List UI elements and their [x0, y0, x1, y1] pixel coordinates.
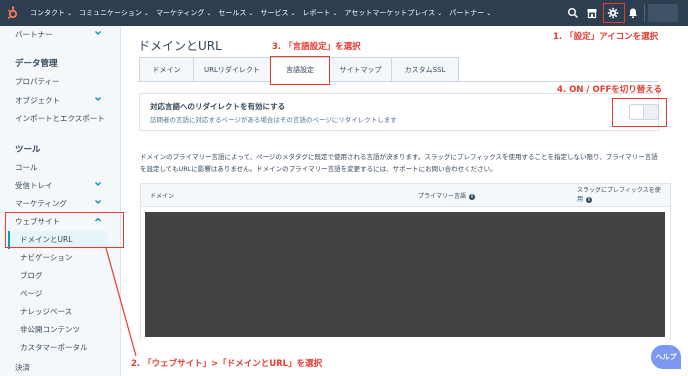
sidebar-heading-data-management: データ管理 [15, 59, 58, 69]
column-header-primary-language-label: プライマリー言語 [418, 193, 467, 200]
nav-sales[interactable]: セールス ⌄ [218, 8, 253, 18]
nav-asset-marketplace[interactable]: アセットマーケットプレイス ⌄ [345, 8, 443, 18]
redirect-setting-title: 対応言語へのリダイレクトを有効にする [150, 102, 286, 111]
sidebar-item-properties[interactable]: プロパティー [15, 76, 60, 87]
info-icon[interactable]: i [469, 194, 476, 200]
sidebar-item-private-content[interactable]: 非公開コンテンツ [20, 324, 80, 335]
sidebar-item-payments[interactable]: 決済 [15, 362, 30, 373]
redirect-setting-card [139, 93, 659, 131]
chevron-down-icon: ⌄ [248, 9, 254, 17]
redacted-table-content [145, 212, 665, 337]
annotation-highlight-website [5, 212, 124, 248]
bell-icon[interactable] [627, 7, 639, 19]
sidebar-item-import-export[interactable]: インポートとエクスポート [15, 113, 105, 124]
chevron-down-icon[interactable] [94, 198, 102, 206]
annotation-step-1: 1. 「設定」アイコンを選択 [553, 32, 659, 42]
sidebar-item-marketing[interactable]: マーケティング [15, 198, 67, 209]
tab-sitemap-label: サイトマップ [339, 65, 382, 74]
sidebar-item-call[interactable]: コール [15, 162, 38, 173]
sidebar-item-partner[interactable]: パートナー [15, 29, 53, 40]
page-title: ドメインとURL [138, 39, 222, 53]
account-menu[interactable] [648, 4, 678, 22]
sidebar-item-navigation[interactable]: ナビゲーション [20, 252, 72, 263]
chevron-down-icon[interactable] [94, 180, 102, 188]
nav-marketing-label: マーケティング [155, 9, 205, 17]
nav-contacts[interactable]: コンタクト ⌄ [30, 8, 72, 18]
tab-url-redirects-label: URLリダイレクト [204, 65, 260, 74]
help-button-label: ヘルプ [655, 353, 677, 361]
annotation-highlight-toggle [612, 98, 667, 127]
nav-marketing[interactable]: マーケティング ⌄ [156, 8, 211, 18]
nav-communication[interactable]: コミュニケーション ⌄ [79, 8, 149, 18]
chevron-down-icon: ⌄ [290, 9, 296, 17]
sidebar-item-blog[interactable]: ブログ [20, 270, 43, 281]
annotation-highlight-settings [603, 3, 625, 23]
chevron-down-icon: ⌄ [143, 9, 149, 17]
chevron-down-icon[interactable] [94, 29, 102, 37]
column-header-prefix[interactable]: スラッグにプレフィックスを使用 i [577, 186, 662, 204]
nav-contacts-label: コンタクト [30, 9, 65, 17]
sidebar-item-objects[interactable]: オブジェクト [15, 95, 60, 106]
nav-reports-label: レポート [302, 9, 331, 17]
chevron-down-icon: ⌄ [486, 9, 492, 17]
tab-sitemap[interactable]: サイトマップ [329, 57, 392, 82]
column-header-primary-language[interactable]: プライマリー言語 i [418, 191, 476, 200]
tab-custom-ssl-label: カスタムSSL [404, 65, 446, 74]
search-icon[interactable] [567, 7, 579, 19]
nav-divider [644, 4, 645, 22]
hubspot-logo-icon[interactable] [6, 6, 20, 20]
nav-communication-label: コミュニケーション [79, 9, 142, 17]
nav-partner[interactable]: パートナー ⌄ [449, 8, 491, 18]
nav-service[interactable]: サービス ⌄ [260, 8, 295, 18]
marketplace-icon[interactable] [586, 7, 598, 19]
nav-sales-label: セールス [218, 9, 247, 17]
top-navigation: コンタクト ⌄ コミュニケーション ⌄ マーケティング ⌄ セールス ⌄ サービス ⌄ レ… [0, 0, 688, 26]
chevron-down-icon: ⌄ [67, 9, 73, 17]
sidebar-item-inbox[interactable]: 受信トレイ [15, 180, 53, 191]
info-icon[interactable]: i [586, 197, 593, 203]
redirect-setting-description: 訪問者の言語に対応するページがある場合はその言語のページにリダイレクトします [150, 116, 397, 124]
chevron-down-icon: ⌄ [437, 9, 443, 17]
column-header-domain[interactable]: ドメイン [150, 191, 174, 200]
annotation-arrow-line [105, 247, 137, 357]
chevron-down-icon[interactable] [94, 95, 102, 103]
chevron-down-icon: ⌄ [332, 9, 338, 17]
annotation-step-2: 2. 「ウェブサイト」>「ドメインとURL」を選択 [131, 359, 323, 369]
sidebar-item-customer-portal[interactable]: カスタマーポータル [20, 342, 88, 353]
help-button[interactable]: ヘルプ [651, 345, 681, 369]
chevron-down-icon: ⌄ [206, 9, 212, 17]
sidebar-item-knowledge-base[interactable]: ナレッジベース [20, 306, 72, 317]
annotation-step-4: 4. ON / OFFを切り替える [557, 85, 663, 95]
nav-asset-marketplace-label: アセットマーケットプレイス [344, 9, 436, 17]
tab-url-redirects[interactable]: URLリダイレクト [193, 57, 271, 82]
sidebar-item-pages[interactable]: ページ [20, 288, 42, 299]
annotation-step-3: 3. 「言語設定」を選択 [272, 42, 361, 52]
annotation-highlight-language-tab [270, 56, 330, 85]
tab-domains[interactable]: ドメイン [139, 57, 194, 82]
nav-service-label: サービス [260, 9, 289, 17]
nav-partner-label: パートナー [449, 9, 485, 17]
tab-domains-label: ドメイン [152, 65, 181, 74]
tab-custom-ssl[interactable]: カスタムSSL [391, 57, 459, 82]
primary-language-description: ドメインのプライマリー言語によって、ページのメタタグに既定で使用される言語が決ま… [140, 153, 658, 173]
nav-reports[interactable]: レポート ⌄ [302, 8, 337, 18]
sidebar-heading-tools: ツール [15, 145, 41, 155]
